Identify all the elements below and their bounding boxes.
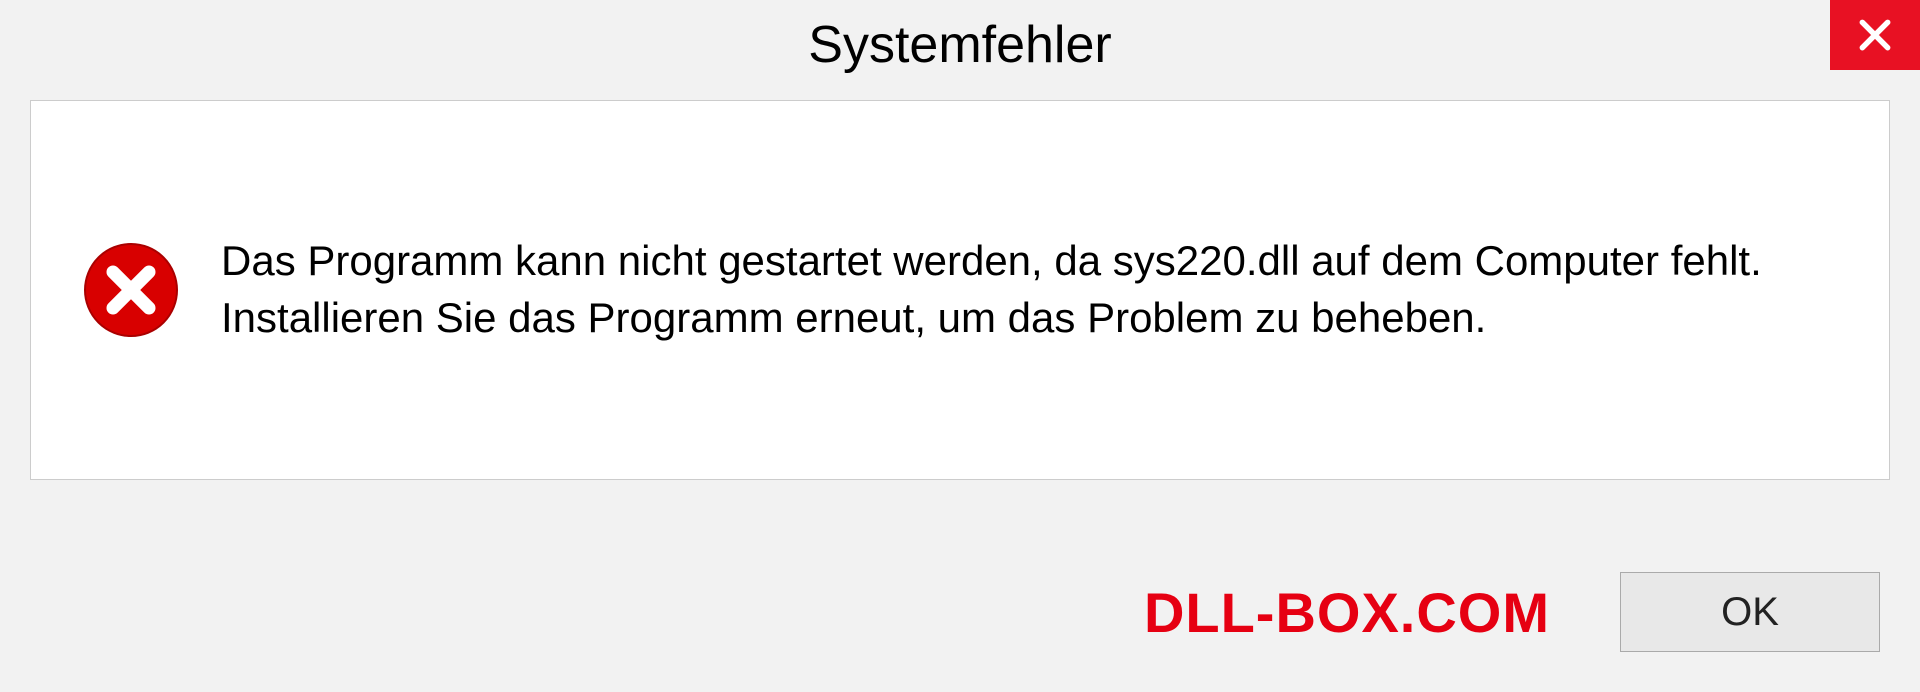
- error-message: Das Programm kann nicht gestartet werden…: [221, 233, 1839, 346]
- dialog-footer: DLL-BOX.COM OK: [0, 532, 1920, 692]
- message-panel: Das Programm kann nicht gestartet werden…: [30, 100, 1890, 480]
- close-button[interactable]: [1830, 0, 1920, 70]
- ok-button[interactable]: OK: [1620, 572, 1880, 652]
- system-error-dialog: Systemfehler Das Programm kann nicht ges…: [0, 0, 1920, 692]
- close-icon: [1856, 16, 1894, 54]
- titlebar: Systemfehler: [0, 0, 1920, 90]
- watermark-text: DLL-BOX.COM: [1144, 580, 1550, 645]
- dialog-title: Systemfehler: [808, 15, 1111, 75]
- error-icon: [81, 240, 181, 340]
